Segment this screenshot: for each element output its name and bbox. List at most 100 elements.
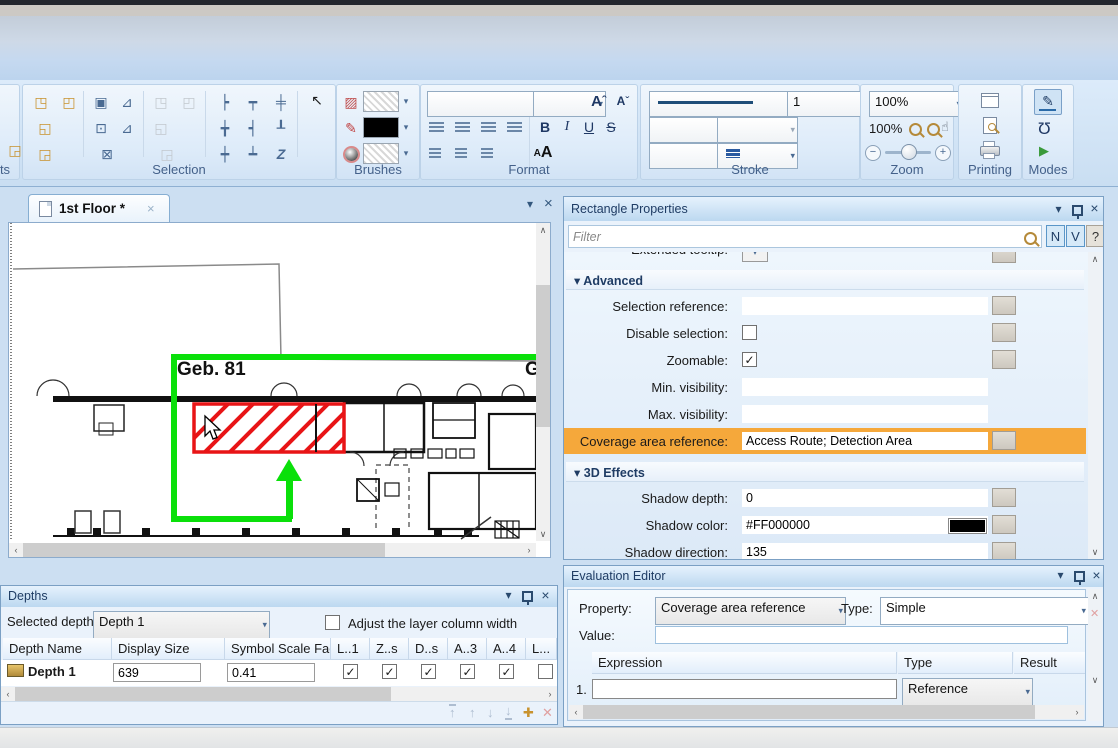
zoom-region-icon[interactable] [927, 123, 940, 136]
col-result[interactable]: Result [1014, 652, 1085, 674]
zoomable-checkbox[interactable]: ✓ [742, 352, 757, 367]
canvas-vscrollbar[interactable]: ∧ ∨ [536, 223, 550, 541]
pen-brush-icon[interactable]: ✎ [339, 117, 363, 139]
evaluation-vscrollbar[interactable]: ∧ ✕ ∨ [1088, 589, 1102, 721]
indent-button[interactable] [481, 148, 493, 159]
max-visibility-input[interactable] [742, 405, 988, 423]
selection-reference-input[interactable] [742, 297, 988, 315]
panel-menu-chevron-icon[interactable]: ▾ [1051, 202, 1066, 217]
pen-swatch[interactable] [363, 117, 399, 138]
panel-menu-chevron-icon[interactable]: ▾ [1053, 568, 1068, 583]
zoom-slider-thumb[interactable] [901, 144, 917, 160]
layer-checkbox-6[interactable] [538, 664, 553, 679]
field-options-button[interactable] [992, 431, 1016, 450]
property-select[interactable]: Coverage area reference ▾ [655, 597, 846, 625]
print-preview-icon[interactable] [983, 117, 997, 134]
shadow-swatch[interactable] [363, 143, 399, 164]
type-select[interactable]: Simple ▾ [880, 597, 1089, 625]
min-visibility-input[interactable] [742, 378, 988, 396]
tab-list-chevron-icon[interactable]: ▾ [527, 197, 533, 211]
tab-1st-floor[interactable]: 1st Floor * × [28, 194, 170, 223]
panel-pin-icon[interactable] [522, 591, 533, 602]
align-middle-button[interactable]: ┥ [241, 117, 265, 139]
properties-panel-header[interactable]: Rectangle Properties ▾ × [564, 197, 1103, 221]
run-mode-button[interactable]: ▶ [1039, 143, 1049, 159]
layer-checkbox-3[interactable]: ✓ [421, 664, 436, 679]
panel-pin-icon[interactable] [1072, 205, 1083, 216]
evaluation-hscroll-thumb[interactable] [583, 705, 1035, 719]
distribute-vertical-button[interactable]: ┸ [269, 117, 293, 139]
align-top-button[interactable]: ┯ [241, 91, 265, 113]
select-touching-button[interactable]: ⊡ [89, 117, 113, 139]
scroll-up-icon[interactable]: ∧ [536, 223, 550, 237]
scroll-up-icon[interactable]: ∧ [1088, 589, 1102, 603]
field-options-button[interactable] [992, 350, 1016, 369]
filter-v-button[interactable]: V [1066, 225, 1085, 247]
scroll-left-icon[interactable]: ‹ [569, 705, 583, 719]
fill-dropdown-icon[interactable]: ▾ [401, 96, 411, 107]
scroll-right-icon[interactable]: › [522, 543, 536, 557]
col-ds[interactable]: D..s [409, 638, 448, 660]
adjust-column-width-checkbox[interactable] [325, 615, 340, 630]
tabbar-close-icon[interactable]: × [544, 195, 553, 212]
expression-input[interactable] [592, 679, 897, 699]
layer-checkbox-2[interactable]: ✓ [382, 664, 397, 679]
panel-menu-chevron-icon[interactable]: ▾ [501, 588, 516, 603]
tab-close-icon[interactable]: × [147, 201, 155, 216]
depths-hscroll-thumb[interactable] [15, 687, 391, 701]
bring-forward-button[interactable]: ◱ [33, 117, 57, 139]
disable-selection-checkbox[interactable] [742, 325, 757, 340]
pen-dropdown-icon[interactable]: ▾ [401, 122, 411, 133]
section-3d-effects[interactable]: ▾ 3D Effects [566, 462, 1084, 482]
panel-pin-icon[interactable] [1074, 571, 1085, 582]
col-a3[interactable]: A..3 [448, 638, 487, 660]
delete-expression-icon[interactable]: ✕ [1090, 607, 1099, 620]
send-to-back-button[interactable]: ◰ [57, 91, 81, 113]
add-depth-icon[interactable]: ✚ [523, 705, 534, 721]
zoom-level-select[interactable]: 100% ▾ [869, 91, 964, 117]
col-expression[interactable]: Expression [592, 652, 897, 674]
zoom-out-button[interactable]: − [865, 145, 881, 161]
scroll-right-icon[interactable]: › [1070, 705, 1084, 719]
layer-checkbox-5[interactable]: ✓ [499, 664, 514, 679]
filter-help-button[interactable]: ? [1086, 225, 1104, 247]
align-left-button[interactable]: ┝ [213, 91, 237, 113]
depth-name-cell[interactable]: Depth 1 [28, 664, 76, 679]
canvas-hscroll-thumb[interactable] [23, 543, 385, 557]
move-to-bottom-icon[interactable]: ↓ [505, 704, 512, 720]
bring-to-front-button[interactable]: ◳ [29, 91, 53, 113]
align-text-left-button[interactable] [429, 122, 444, 133]
col-type[interactable]: Type [898, 652, 1013, 674]
filter-input[interactable] [568, 225, 1042, 248]
decrease-font-button[interactable]: Aˇ [613, 91, 633, 111]
shadow-color-swatch[interactable] [948, 518, 987, 534]
shadow-direction-input[interactable] [742, 543, 988, 560]
ungroup-button[interactable]: ◰ [177, 91, 201, 113]
drawing-canvas[interactable]: Geb. 81 G ∧ ∨ ‹ › [8, 222, 551, 558]
coverage-area-reference-row[interactable]: Coverage area reference: [564, 428, 1086, 454]
line-style-select[interactable]: ▾ [649, 91, 800, 117]
field-options-button[interactable] [992, 323, 1016, 342]
field-options-button[interactable] [992, 488, 1016, 507]
edit-mode-button[interactable]: ✎ [1034, 89, 1062, 115]
field-options-button[interactable] [992, 515, 1016, 534]
scroll-left-icon[interactable]: ‹ [9, 543, 23, 557]
bold-button[interactable]: B [535, 117, 555, 137]
pan-hand-icon[interactable]: ☝ [941, 119, 949, 135]
evaluation-panel-header[interactable]: Evaluation Editor ▾ × [564, 566, 1103, 587]
panel-close-icon[interactable]: × [1087, 201, 1102, 216]
field-options-button[interactable] [992, 252, 1016, 263]
shadow-depth-input[interactable] [742, 489, 988, 507]
end-cap-select[interactable]: ▾ [717, 117, 798, 143]
scroll-down-icon[interactable]: ∨ [1088, 545, 1102, 559]
selected-depth-select[interactable]: Depth 1 ▾ [93, 611, 270, 639]
col-l-more[interactable]: L... [526, 638, 557, 660]
underline-button[interactable]: U [579, 117, 599, 137]
scroll-left-icon[interactable]: ‹ [1, 687, 15, 701]
line-spacing-button[interactable] [429, 148, 441, 159]
coverage-area-reference-input[interactable] [742, 432, 988, 450]
field-options-button[interactable] [992, 296, 1016, 315]
floor-plan-canvas[interactable]: Geb. 81 G [9, 223, 536, 541]
align-text-center-button[interactable] [455, 122, 470, 133]
extended-tooltip-dropdown[interactable]: ▾ [742, 252, 768, 262]
